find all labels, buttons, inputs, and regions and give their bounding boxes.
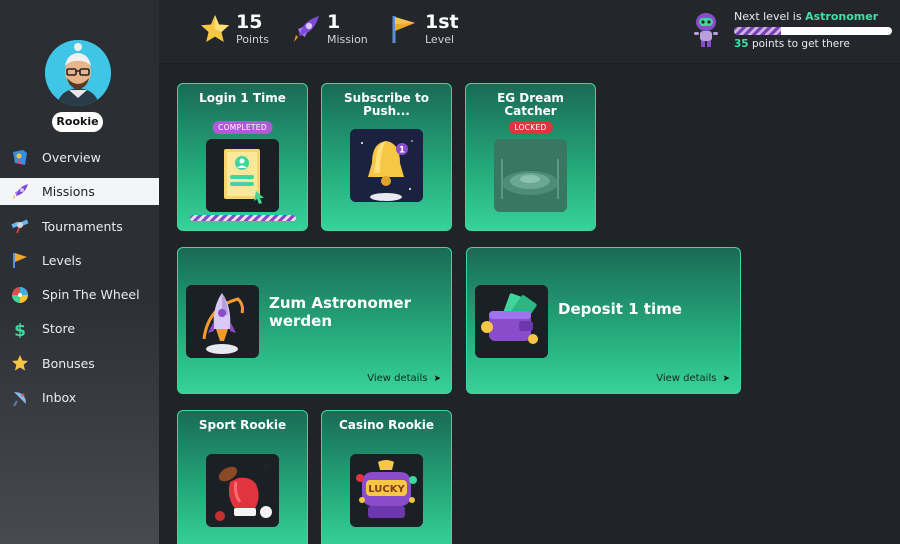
user-avatar[interactable] [45,40,111,106]
mission-stat: 1 Mission [290,11,368,46]
astronaut-robot-icon [691,12,721,48]
arrow-right-icon: ➤ [722,373,730,384]
mission-title: Login 1 Time [199,91,286,105]
sidebar-item-label: Tournaments [42,218,123,234]
sidebar-item-overview[interactable]: Overview [0,144,159,171]
sidebar-item-tournaments[interactable]: Tournaments [0,213,159,240]
sidebar-item-label: Store [42,321,76,337]
mission-progress-bar [190,215,296,221]
mission-caption: Mission [327,33,368,46]
star-icon [10,353,30,373]
svg-text:$: $ [14,321,26,338]
mission-thumbnail [475,285,548,358]
mission-card-casino-rookie[interactable]: Casino Rookie LUCKY [321,410,452,544]
next-level-progress-fill [734,27,782,35]
mission-title: Deposit 1 time [558,300,682,318]
mission-card-astronomer[interactable]: Zum Astronomer werden View details ➤ [177,247,452,394]
completed-badge: COMPLETED [212,121,273,134]
mission-title: Casino Rookie [338,418,435,432]
sidebar-item-missions[interactable]: Missions [0,178,159,206]
mission-thumbnail: LUCKY [350,454,423,527]
svg-text:LUCKY: LUCKY [368,484,405,495]
rocket-icon [290,13,322,45]
arrow-right-icon: ➤ [433,373,441,384]
view-details-link[interactable]: View details ➤ [656,373,730,384]
sidebar: Rookie Overview Missions Tournaments Lev… [0,0,159,544]
next-level-text: Next level is Astronomer [734,10,879,23]
star-icon [199,13,231,45]
sidebar-item-store[interactable]: $ Store [0,315,159,342]
sidebar-item-label: Levels [42,252,82,268]
sidebar-item-bonuses[interactable]: Bonuses [0,350,159,377]
view-details-link[interactable]: View details ➤ [367,373,441,384]
mission-title: Subscribe to Push... [344,91,429,118]
sidebar-item-label: Bonuses [42,355,95,371]
points-value: 15 [236,11,263,33]
satellite-icon [10,216,30,236]
dollar-icon: $ [10,319,30,339]
next-level-progress [734,27,892,35]
mission-thumbnail [186,285,259,358]
rocket-icon [10,182,30,202]
mission-thumbnail [206,454,279,527]
mission-card-subscribe-push[interactable]: Subscribe to Push... 1 [321,83,452,231]
sidebar-item-label: Overview [42,150,101,165]
points-stat: 15 Points [199,11,269,46]
wheel-icon [10,285,30,305]
mission-card-deposit[interactable]: Deposit 1 time View details ➤ [466,247,741,394]
flag-icon [388,13,420,45]
mission-card-sport-rookie[interactable]: Sport Rookie [177,410,308,544]
flag-icon [10,250,30,270]
mission-card-login[interactable]: Login 1 Time COMPLETED [177,83,308,231]
sidebar-item-label: Spin The Wheel [42,287,140,303]
level-value: 1st [425,11,459,33]
map-pin-icon [10,148,30,168]
points-caption: Points [236,33,270,46]
sidebar-item-levels[interactable]: Levels [0,247,159,274]
mission-title: Zum Astronomer werden [269,294,412,330]
points-to-next-text: 35 points to get there [734,38,850,50]
points-remaining: 35 [734,38,749,50]
mission-card-eg-dream-catcher[interactable]: EG Dream Catcher LOCKED [465,83,596,231]
sidebar-item-inbox[interactable]: Inbox [0,384,159,411]
sidebar-nav: Overview Missions Tournaments Levels Spi… [0,144,159,418]
mission-thumbnail [494,139,567,212]
satellite-dish-icon [10,388,30,408]
rank-badge: Rookie [52,112,103,132]
mission-title: Sport Rookie [198,418,287,432]
stats-header: 15 Points 1 Mission 1st Level Next level… [159,0,900,64]
mission-title: EG Dream Catcher [497,91,564,118]
sidebar-item-spin-the-wheel[interactable]: Spin The Wheel [0,281,159,308]
level-stat: 1st Level [388,11,459,46]
mission-thumbnail: 1 [350,129,423,202]
level-caption: Level [425,33,455,46]
sidebar-item-label: Missions [42,184,95,200]
sidebar-item-label: Inbox [42,390,77,406]
mission-value: 1 [327,11,341,33]
mission-thumbnail [206,139,279,212]
svg-text:1: 1 [399,146,405,156]
next-level-name: Astronomer [805,10,879,23]
locked-badge: LOCKED [508,121,553,134]
